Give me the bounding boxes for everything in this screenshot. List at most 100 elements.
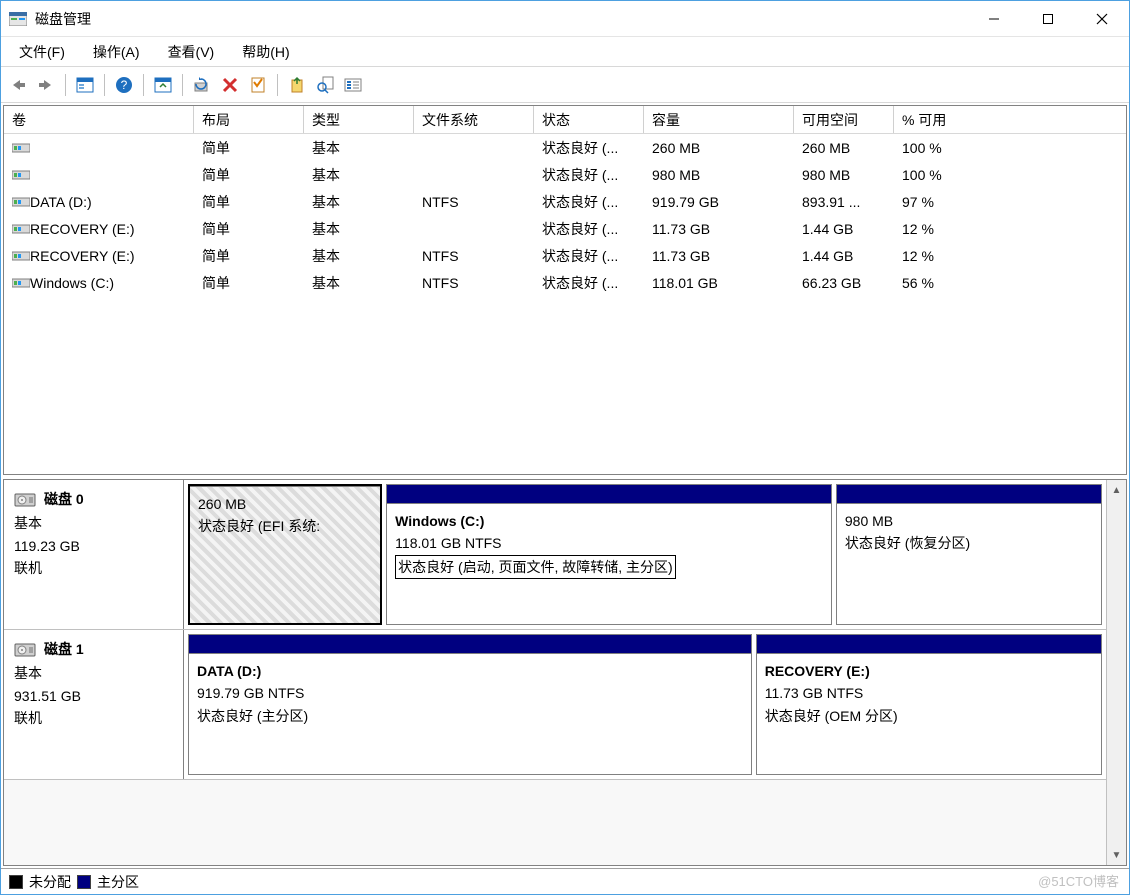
disk-info[interactable]: 磁盘 0基本119.23 GB联机 [4,480,184,629]
volume-capacity: 11.73 GB [644,215,794,242]
col-type[interactable]: 类型 [304,106,414,133]
col-free[interactable]: 可用空间 [794,106,894,133]
disk-label: 磁盘 0 [44,488,84,510]
nav-back-button[interactable] [5,72,31,98]
list-view-button[interactable] [340,72,366,98]
volume-status: 状态良好 (... [534,161,644,188]
volume-free: 1.44 GB [794,242,894,269]
menu-view[interactable]: 查看(V) [154,38,229,66]
content-area: 卷 布局 类型 文件系统 状态 容量 可用空间 % 可用 简单基本状态良好 (.… [1,103,1129,894]
close-button[interactable] [1075,1,1129,37]
volume-free: 893.91 ... [794,188,894,215]
col-volume[interactable]: 卷 [4,106,194,133]
volume-layout: 简单 [194,161,304,188]
disk-kind: 基本 [14,662,173,684]
col-status[interactable]: 状态 [534,106,644,133]
action-button[interactable] [284,72,310,98]
disk-size: 119.23 GB [14,535,173,557]
properties-button[interactable] [245,72,271,98]
delete-button[interactable] [217,72,243,98]
partition[interactable]: 260 MB状态良好 (EFI 系统: [188,484,382,625]
show-hide-console-tree-button[interactable] [72,72,98,98]
find-button[interactable] [312,72,338,98]
partition[interactable]: DATA (D:)919.79 GB NTFS状态良好 (主分区) [188,634,752,775]
scroll-up-icon[interactable]: ▲ [1107,480,1126,500]
partition-sub: 11.73 GB NTFS [765,682,1093,704]
disk-graphical-pane: 磁盘 0基本119.23 GB联机260 MB状态良好 (EFI 系统:Wind… [3,479,1127,866]
volume-pct: 12 % [894,242,1014,269]
partition-sub: 118.01 GB NTFS [395,532,823,554]
volume-row[interactable]: DATA (D:)简单基本NTFS状态良好 (...919.79 GB893.9… [4,188,1126,215]
volume-capacity: 919.79 GB [644,188,794,215]
volume-list-pane[interactable]: 卷 布局 类型 文件系统 状态 容量 可用空间 % 可用 简单基本状态良好 (.… [3,105,1127,475]
partition-sub: 919.79 GB NTFS [197,682,743,704]
volume-layout: 简单 [194,242,304,269]
volume-capacity: 11.73 GB [644,242,794,269]
volume-name: DATA (D:) [30,194,92,210]
volume-layout: 简单 [194,215,304,242]
disk-kind: 基本 [14,512,173,534]
volume-row[interactable]: Windows (C:)简单基本NTFS状态良好 (...118.01 GB66… [4,269,1126,296]
col-capacity[interactable]: 容量 [644,106,794,133]
maximize-button[interactable] [1021,1,1075,37]
volume-row[interactable]: RECOVERY (E:)简单基本NTFS状态良好 (...11.73 GB1.… [4,242,1126,269]
col-layout[interactable]: 布局 [194,106,304,133]
partition-status: 状态良好 (启动, 页面文件, 故障转储, 主分区) [395,555,676,579]
volume-fs: NTFS [414,242,534,269]
volume-type: 基本 [304,188,414,215]
partition-title: Windows (C:) [395,510,823,532]
partition-container: DATA (D:)919.79 GB NTFS状态良好 (主分区)RECOVER… [184,630,1106,779]
toolbar: ? [1,67,1129,103]
titlebar: 磁盘管理 [1,1,1129,37]
partition[interactable]: RECOVERY (E:)11.73 GB NTFS状态良好 (OEM 分区) [756,634,1102,775]
volume-row[interactable]: 简单基本状态良好 (...260 MB260 MB100 % [4,134,1126,161]
disk-size: 931.51 GB [14,685,173,707]
nav-forward-button[interactable] [33,72,59,98]
disk-info[interactable]: 磁盘 1基本931.51 GB联机 [4,630,184,779]
partition[interactable]: 980 MB状态良好 (恢复分区) [836,484,1102,625]
disk-row: 磁盘 0基本119.23 GB联机260 MB状态良好 (EFI 系统:Wind… [4,480,1106,630]
partition-container: 260 MB状态良好 (EFI 系统:Windows (C:)118.01 GB… [184,480,1106,629]
refresh-button[interactable] [150,72,176,98]
rescan-disks-button[interactable] [189,72,215,98]
volume-layout: 简单 [194,188,304,215]
disk-scrollbar[interactable]: ▲ ▼ [1106,480,1126,865]
menu-help[interactable]: 帮助(H) [228,38,303,66]
volume-pct: 97 % [894,188,1014,215]
scroll-down-icon[interactable]: ▼ [1107,845,1126,865]
volume-fs: NTFS [414,188,534,215]
col-pct[interactable]: % 可用 [894,106,1014,133]
disk-list[interactable]: 磁盘 0基本119.23 GB联机260 MB状态良好 (EFI 系统:Wind… [4,480,1106,865]
volume-layout: 简单 [194,134,304,161]
partition-status: 状态良好 (EFI 系统: [198,515,372,537]
window-title: 磁盘管理 [35,9,91,29]
volume-status: 状态良好 (... [534,134,644,161]
legend-label-primary: 主分区 [97,872,139,892]
partition-status: 状态良好 (恢复分区) [845,532,1093,554]
partition-status: 状态良好 (OEM 分区) [765,705,1093,727]
volume-pct: 12 % [894,215,1014,242]
menu-file[interactable]: 文件(F) [5,38,79,66]
volume-name: Windows (C:) [30,275,114,291]
col-fs[interactable]: 文件系统 [414,106,534,133]
volume-list-header: 卷 布局 类型 文件系统 状态 容量 可用空间 % 可用 [4,106,1126,134]
volume-type: 基本 [304,215,414,242]
help-button[interactable]: ? [111,72,137,98]
disk-label: 磁盘 1 [44,638,84,660]
volume-status: 状态良好 (... [534,269,644,296]
partition-sub: 980 MB [845,510,1093,532]
volume-fs [414,161,534,188]
volume-type: 基本 [304,134,414,161]
volume-pct: 100 % [894,161,1014,188]
partition[interactable]: Windows (C:)118.01 GB NTFS状态良好 (启动, 页面文件… [386,484,832,625]
volume-type: 基本 [304,269,414,296]
minimize-button[interactable] [967,1,1021,37]
volume-row[interactable]: 简单基本状态良好 (...980 MB980 MB100 % [4,161,1126,188]
menu-action[interactable]: 操作(A) [79,38,154,66]
disk-row: 磁盘 1基本931.51 GB联机DATA (D:)919.79 GB NTFS… [4,630,1106,780]
partition-sub: 260 MB [198,493,372,515]
legend-swatch-primary [77,875,91,889]
volume-name: RECOVERY (E:) [30,221,135,237]
volume-row[interactable]: RECOVERY (E:)简单基本状态良好 (...11.73 GB1.44 G… [4,215,1126,242]
legend-label-unallocated: 未分配 [29,872,71,892]
